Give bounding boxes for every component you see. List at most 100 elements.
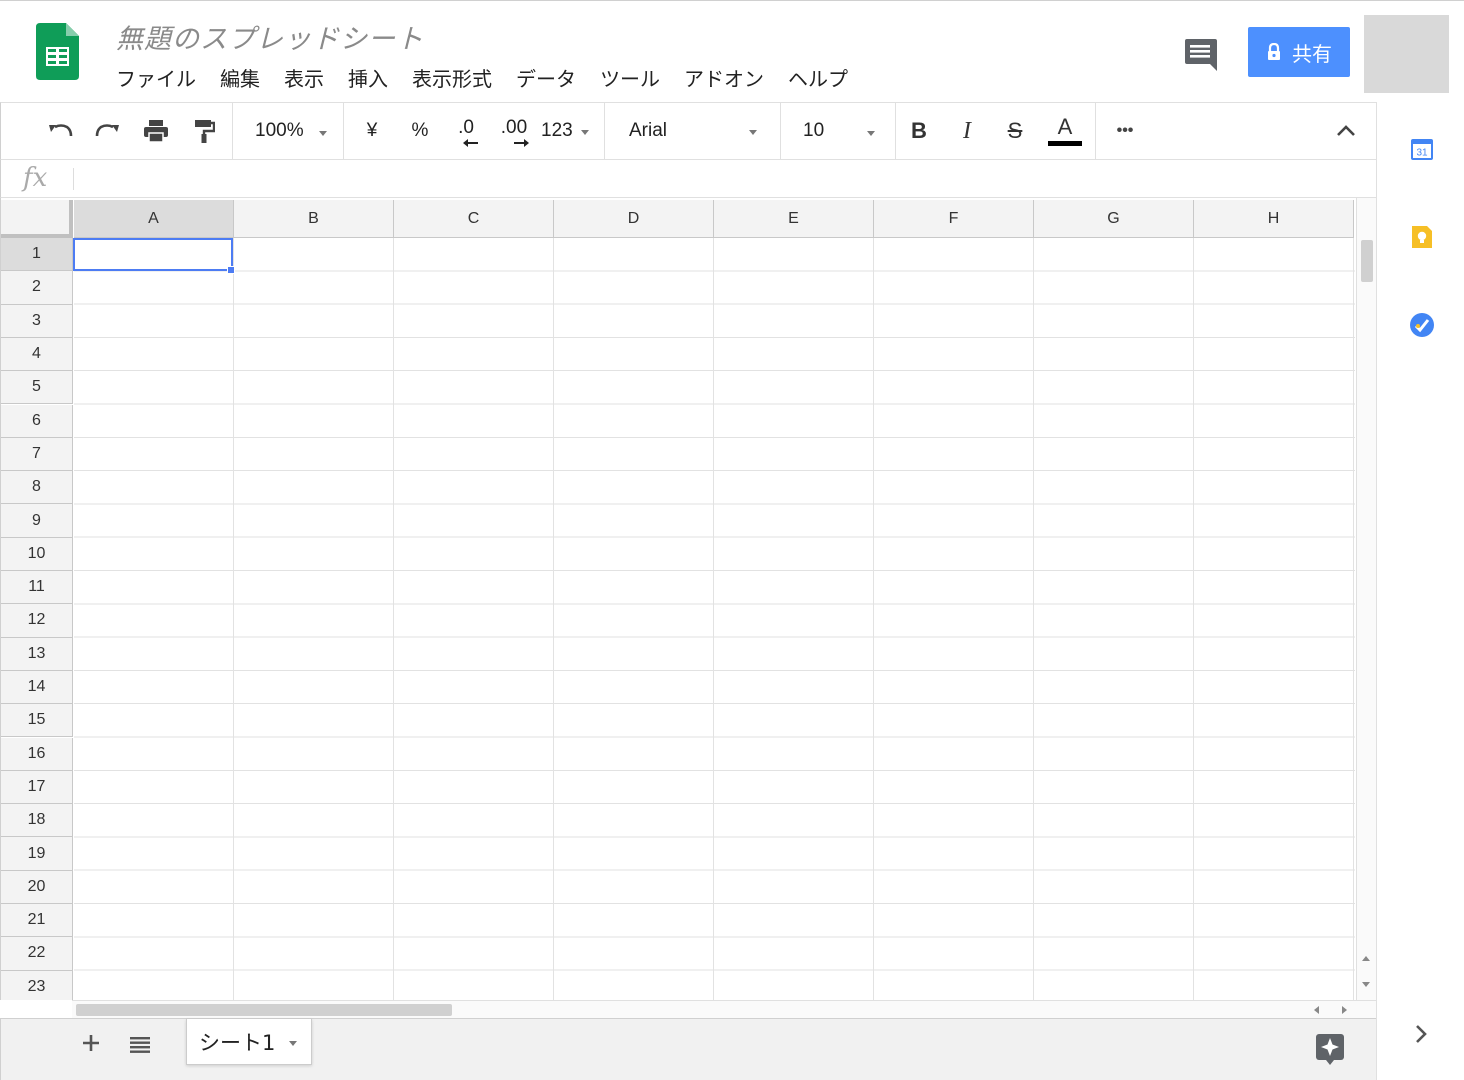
row-header[interactable]: 11 (1, 571, 73, 605)
tasks-icon[interactable] (1409, 312, 1435, 338)
row-header[interactable]: 12 (1, 604, 73, 638)
row-header[interactable]: 19 (1, 837, 73, 871)
row-header[interactable]: 8 (1, 471, 73, 505)
column-header-e[interactable]: E (714, 200, 874, 238)
horizontal-scroll-thumb[interactable] (76, 1004, 452, 1016)
menu-help[interactable]: ヘルプ (776, 63, 860, 95)
sheet-tab[interactable]: シート1 (186, 1019, 312, 1065)
cell-area[interactable] (74, 238, 1355, 1000)
print-button[interactable] (139, 103, 173, 159)
chevron-right-icon[interactable] (1413, 1022, 1429, 1046)
percent-format-button[interactable]: % (405, 103, 435, 159)
sheet-tab-label: シート1 (199, 1030, 276, 1055)
font-size-caret-icon (867, 131, 875, 136)
formula-separator (73, 168, 74, 190)
menu-view[interactable]: 表示 (272, 63, 336, 95)
fill-handle[interactable] (227, 266, 235, 274)
row-header[interactable]: 14 (1, 670, 73, 705)
font-size-dropdown[interactable]: 10 (789, 103, 885, 159)
row-header[interactable]: 15 (1, 704, 73, 738)
formula-input[interactable] (81, 166, 1361, 192)
bold-button[interactable]: B (903, 103, 935, 159)
scroll-down-icon[interactable] (1362, 982, 1370, 987)
strikethrough-button[interactable]: S (999, 103, 1031, 159)
zoom-dropdown[interactable]: 100% (241, 103, 337, 159)
row-header[interactable]: 22 (1, 937, 73, 971)
keep-icon[interactable] (1409, 224, 1435, 250)
row-header[interactable]: 21 (1, 904, 73, 938)
decrease-decimal-button[interactable]: .0 (449, 103, 483, 159)
number-format-caret-icon (581, 130, 589, 135)
menu-format[interactable]: 表示形式 (400, 63, 504, 95)
row-header[interactable]: 13 (1, 637, 73, 671)
menu-addons[interactable]: アドオン (672, 63, 776, 95)
column-header-d[interactable]: D (554, 200, 714, 238)
menu-data[interactable]: データ (504, 63, 588, 95)
horizontal-scrollbar[interactable] (72, 1000, 1376, 1018)
menu-tools[interactable]: ツール (588, 63, 672, 95)
calendar-icon[interactable]: 31 (1409, 136, 1435, 162)
zoom-caret-icon (319, 131, 327, 136)
decrease-decimal-label: .0 (458, 117, 474, 138)
redo-button[interactable] (91, 103, 125, 159)
row-header[interactable]: 2 (1, 271, 73, 305)
document-title[interactable]: 無題のスプレッドシート (116, 17, 424, 56)
row-header[interactable]: 5 (1, 371, 73, 405)
active-cell-a1[interactable] (73, 238, 233, 271)
font-family-value: Arial (629, 120, 668, 141)
increase-decimal-button[interactable]: .00 (495, 103, 533, 159)
italic-button[interactable]: I (951, 103, 983, 159)
text-color-button[interactable]: A (1045, 103, 1085, 159)
menu-edit[interactable]: 編集 (208, 63, 272, 95)
undo-button[interactable] (43, 103, 77, 159)
menu-file[interactable]: ファイル (104, 63, 208, 95)
text-color-swatch (1048, 141, 1082, 146)
account-avatar[interactable] (1364, 15, 1449, 93)
paint-format-button[interactable] (187, 103, 221, 159)
column-header-h[interactable]: H (1194, 200, 1354, 238)
toolbar-separator (343, 103, 344, 160)
currency-format-button[interactable]: ¥ (357, 103, 387, 159)
row-header[interactable]: 18 (1, 804, 73, 838)
all-sheets-button[interactable] (127, 1031, 153, 1057)
share-label: 共有 (1292, 41, 1332, 66)
column-header-c[interactable]: C (394, 200, 554, 238)
comments-icon[interactable] (1180, 33, 1220, 73)
row-header[interactable]: 10 (1, 537, 73, 571)
font-family-dropdown[interactable]: Arial (613, 103, 771, 159)
hide-menus-button[interactable] (1329, 103, 1363, 159)
column-header-g[interactable]: G (1034, 200, 1194, 238)
add-sheet-button[interactable] (77, 1029, 105, 1057)
row-header[interactable]: 17 (1, 770, 73, 805)
app-header: 無題のスプレッドシート ファイル 編集 表示 挿入 表示形式 データ ツール ア… (0, 0, 1464, 102)
row-header[interactable]: 4 (1, 337, 73, 372)
select-all-corner[interactable] (1, 200, 73, 238)
paint-format-icon (195, 120, 215, 143)
row-header[interactable]: 9 (1, 504, 73, 538)
sheets-logo-icon[interactable] (36, 23, 79, 80)
scroll-up-icon[interactable] (1362, 956, 1370, 961)
column-header-f[interactable]: F (874, 200, 1034, 238)
undo-icon (49, 124, 73, 137)
vertical-scrollbar[interactable] (1356, 198, 1376, 1000)
sheet-tab-caret-icon[interactable] (289, 1041, 297, 1046)
row-header[interactable]: 3 (1, 304, 73, 338)
toolbar: 100% ¥ % .0 .00 123 Arial 10 B I S A ••• (0, 102, 1376, 160)
row-header[interactable]: 7 (1, 437, 73, 472)
fx-icon: fx (23, 163, 48, 193)
column-header-a[interactable]: A (74, 200, 234, 238)
number-format-dropdown[interactable]: 123 (541, 103, 593, 159)
explore-icon[interactable] (1315, 1033, 1345, 1065)
row-header[interactable]: 16 (1, 737, 73, 771)
row-header[interactable]: 20 (1, 870, 73, 904)
scroll-left-icon[interactable] (1314, 1006, 1319, 1014)
row-header[interactable]: 6 (1, 404, 73, 438)
row-header[interactable]: 23 (1, 970, 73, 1000)
more-options-button[interactable]: ••• (1105, 103, 1145, 159)
share-button[interactable]: 共有 (1248, 27, 1350, 77)
column-header-b[interactable]: B (234, 200, 394, 238)
menu-insert[interactable]: 挿入 (336, 63, 400, 95)
row-header[interactable]: 1 (1, 238, 73, 272)
scroll-right-icon[interactable] (1342, 1006, 1347, 1014)
vertical-scroll-thumb[interactable] (1361, 240, 1373, 282)
